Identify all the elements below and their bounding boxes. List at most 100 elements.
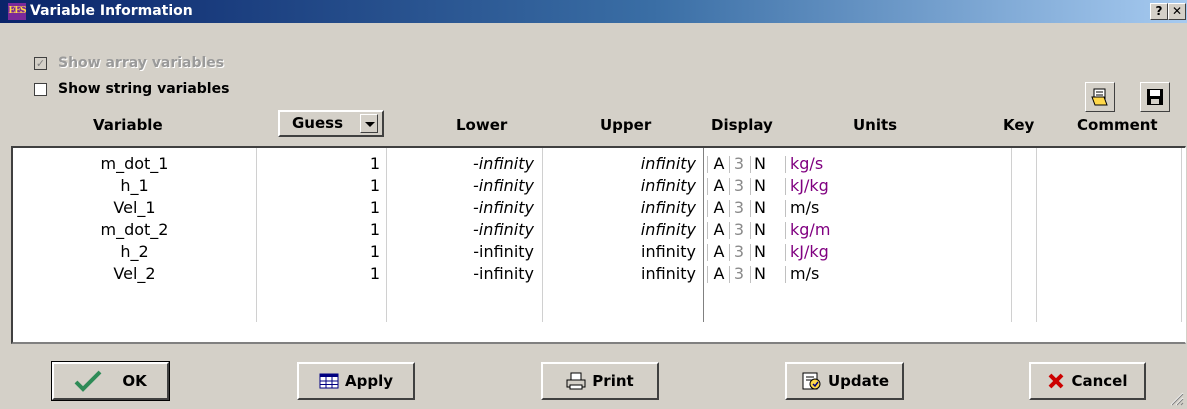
format-cell[interactable]: A [710,263,728,285]
variable-table[interactable]: m_dot_1 1 -infinity infinity A 3 Nkg/s h_1 1 -inf… [11,146,1186,344]
cancel-button[interactable]: Cancel [1029,362,1146,400]
digits-cell[interactable]: 3 [732,175,746,197]
guess-cell[interactable]: 1 [256,153,386,175]
variable-cell[interactable]: h_1 [13,175,256,197]
variable-cell[interactable]: Vel_1 [13,197,256,219]
display-divider [707,222,708,239]
units-cell[interactable]: m/s [788,263,1010,285]
window-title: Variable Information [30,3,193,19]
table-row[interactable]: h_1 1 -infinity infinity A 3 NkJ/kg [13,175,1183,197]
unit-style-cell[interactable]: N [753,219,767,241]
display-divider [729,156,730,173]
unit-style-cell[interactable]: N [753,263,767,285]
display-divider [707,200,708,217]
chevron-down-icon[interactable] [360,114,378,133]
display-divider [750,266,751,283]
upper-cell[interactable]: infinity [542,175,696,197]
show-array-variables-checkbox[interactable]: ✓ [34,56,47,70]
upper-cell[interactable]: infinity [542,241,696,263]
open-folder-icon[interactable] [1085,82,1115,112]
header-lower: Lower [456,116,508,134]
header-guess: Guess [292,114,344,132]
format-cell[interactable]: A [710,219,728,241]
unit-style-cell[interactable]: N [753,175,767,197]
upper-cell[interactable]: infinity [542,263,696,285]
show-string-variables-option: Show string variables [34,80,229,98]
header-units: Units [853,116,898,134]
units-cell[interactable]: kJ/kg [788,241,1010,263]
display-divider [750,178,751,195]
lower-cell[interactable]: -infinity [386,219,542,241]
apply-button[interactable]: Apply [297,362,415,400]
digits-cell[interactable]: 3 [732,219,746,241]
display-divider [729,222,730,239]
printer-icon [566,372,586,390]
guess-cell[interactable]: 1 [256,241,386,263]
show-string-variables-checkbox[interactable] [34,82,47,96]
units-cell[interactable]: kJ/kg [788,175,1010,197]
format-cell[interactable]: A [710,175,728,197]
format-cell[interactable]: A [710,197,728,219]
units-cell[interactable]: kg/m [788,219,1010,241]
table-row[interactable]: h_2 1 -infinity infinity A 3 NkJ/kg [13,241,1183,263]
guess-cell[interactable]: 1 [256,175,386,197]
close-button[interactable]: ✕ [1168,3,1186,20]
update-button[interactable]: Update [785,362,904,400]
lower-cell[interactable]: -infinity [386,241,542,263]
display-divider [785,200,786,217]
unit-style-cell[interactable]: N [753,153,767,175]
display-divider [707,156,708,173]
digits-cell[interactable]: 3 [732,263,746,285]
update-icon [802,372,821,390]
print-button[interactable]: Print [541,362,659,400]
display-divider [750,200,751,217]
floppy-disk-icon[interactable] [1140,82,1170,112]
table-row[interactable]: m_dot_1 1 -infinity infinity A 3 Nkg/s [13,153,1183,175]
resize-grip-icon[interactable] [1168,390,1184,406]
variable-cell[interactable]: Vel_2 [13,263,256,285]
lower-cell[interactable]: -infinity [386,153,542,175]
display-divider [750,156,751,173]
variable-cell[interactable]: h_2 [13,241,256,263]
upper-cell[interactable]: infinity [542,153,696,175]
table-row[interactable]: Vel_2 1 -infinity infinity A 3 Nm/s [13,263,1183,285]
upper-cell[interactable]: infinity [542,219,696,241]
apply-label: Apply [344,372,393,390]
digits-cell[interactable]: 3 [732,241,746,263]
unit-style-cell[interactable]: N [753,241,767,263]
show-array-variables-option: ✓ Show array variables [34,54,224,72]
show-string-variables-label: Show string variables [58,81,230,97]
table-row[interactable]: m_dot_2 1 -infinity infinity A 3 Nkg/m [13,219,1183,241]
ok-label: OK [122,372,147,390]
format-cell[interactable]: A [710,153,728,175]
checkmark-icon [74,370,102,392]
display-divider [785,266,786,283]
x-mark-icon [1049,373,1064,389]
variable-cell[interactable]: m_dot_2 [13,219,256,241]
upper-cell[interactable]: infinity [542,197,696,219]
lower-cell[interactable]: -infinity [386,197,542,219]
display-divider [729,178,730,195]
display-divider [785,244,786,261]
table-row[interactable]: Vel_1 1 -infinity infinity A 3 Nm/s [13,197,1183,219]
ok-button[interactable]: OK [51,361,170,401]
digits-cell[interactable]: 3 [732,153,746,175]
units-cell[interactable]: m/s [788,197,1010,219]
guess-cell[interactable]: 1 [256,219,386,241]
title-bar[interactable]: EES Variable Information ? ✕ [0,0,1187,23]
variable-cell[interactable]: m_dot_1 [13,153,256,175]
units-cell[interactable]: kg/s [788,153,1010,175]
help-button[interactable]: ? [1150,3,1168,20]
display-divider [750,244,751,261]
display-divider [729,200,730,217]
lower-cell[interactable]: -infinity [386,175,542,197]
format-cell[interactable]: A [710,241,728,263]
guess-cell[interactable]: 1 [256,263,386,285]
variable-information-dialog: EES Variable Information ? ✕ ✓ Show arra… [0,0,1187,409]
digits-cell[interactable]: 3 [732,197,746,219]
lower-cell[interactable]: -infinity [386,263,542,285]
guess-column-selector[interactable]: Guess [278,110,384,137]
display-divider [729,244,730,261]
guess-cell[interactable]: 1 [256,197,386,219]
unit-style-cell[interactable]: N [753,197,767,219]
